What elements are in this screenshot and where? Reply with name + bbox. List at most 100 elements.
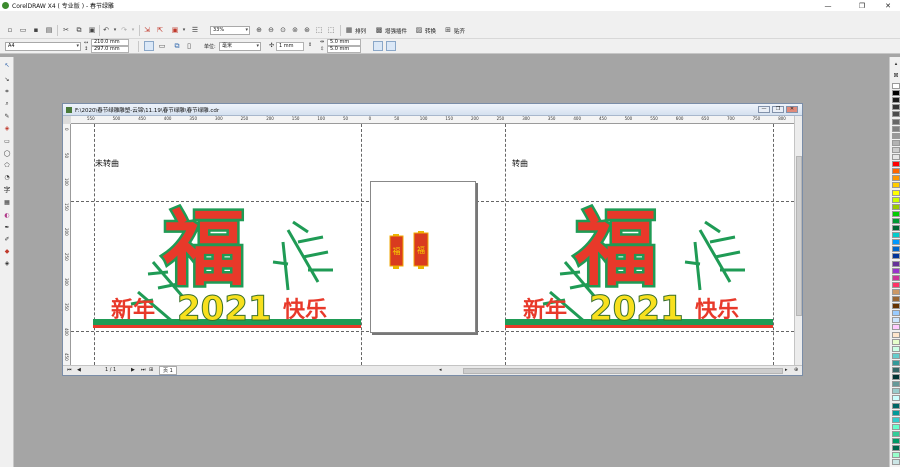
document-close-button[interactable]: ✕ (786, 106, 798, 113)
color-swatch[interactable] (892, 445, 900, 452)
color-swatch[interactable] (892, 253, 900, 260)
draw-objects-button[interactable] (386, 41, 396, 51)
save-icon[interactable]: ▪ (31, 25, 41, 35)
current-page-icon[interactable]: ▯ (184, 41, 194, 51)
paste-icon[interactable]: ▣ (87, 25, 97, 35)
zoom-selected-icon[interactable]: ⊙ (278, 25, 288, 35)
welcome-screen-icon[interactable]: ☰ (190, 25, 200, 35)
color-swatch[interactable] (892, 267, 900, 274)
plugin-label[interactable]: 增强插件 (385, 27, 407, 35)
text-tool-icon[interactable]: 字 (2, 185, 12, 194)
vertical-scrollbar[interactable] (794, 116, 802, 365)
page-height-input[interactable]: 297.0 mm (91, 46, 129, 53)
rectangle-tool-icon[interactable]: ▭ (2, 137, 12, 146)
color-swatch[interactable] (892, 331, 900, 338)
color-swatch[interactable] (892, 139, 900, 146)
crop-tool-icon[interactable]: ⌗ (2, 87, 12, 96)
interactive-fill-tool-icon[interactable]: ◈ (2, 259, 12, 268)
color-swatch[interactable] (892, 274, 900, 281)
open-folder-icon[interactable]: ▭ (18, 25, 28, 35)
color-swatch[interactable] (892, 310, 900, 317)
close-button[interactable]: ✕ (876, 0, 900, 11)
right-sculpture-graphic[interactable]: 福 新年 2021 快乐 (505, 202, 773, 334)
zoom-navigator-icon[interactable]: ⊕ (794, 367, 798, 373)
color-swatch[interactable] (892, 459, 900, 466)
shape-tool-icon[interactable]: ↘ (2, 75, 12, 84)
color-swatch[interactable] (892, 154, 900, 160)
zoom-out-icon[interactable]: ⊖ (266, 25, 276, 35)
units-combo[interactable]: 毫米 ▾ (219, 42, 261, 51)
color-swatch[interactable] (892, 146, 900, 153)
launcher-dropdown-icon[interactable]: ▾ (179, 25, 189, 35)
color-swatch[interactable] (892, 232, 900, 239)
copy-icon[interactable]: ⧉ (74, 25, 84, 35)
color-swatch[interactable] (892, 97, 900, 104)
color-swatch[interactable] (892, 260, 900, 267)
color-swatch[interactable] (892, 359, 900, 366)
spin-icon[interactable]: ⇕ (308, 42, 312, 48)
horizontal-ruler[interactable]: 550 500 450 400 350 300 250 200 150 100 50 0 50 100 15… (71, 116, 794, 124)
color-swatch[interactable] (892, 430, 900, 437)
color-swatch[interactable] (892, 423, 900, 430)
color-swatch[interactable] (892, 288, 900, 295)
horizontal-scroll-thumb[interactable] (463, 368, 783, 374)
eyedropper-tool-icon[interactable]: ✒ (2, 223, 12, 232)
document-restore-button[interactable]: ❐ (772, 106, 784, 113)
color-swatch[interactable] (892, 388, 900, 395)
page-tab[interactable]: 页 1 (159, 366, 177, 375)
last-page-icon[interactable]: ⏭ (141, 367, 146, 373)
lanterns-graphic[interactable]: 福 福 (388, 231, 436, 273)
add-page-icon[interactable]: ⊞ (149, 367, 153, 373)
color-swatch[interactable] (892, 395, 900, 402)
pick-tool-icon[interactable]: ↖ (2, 61, 12, 70)
zoom-height-icon[interactable]: ⬚ (326, 25, 336, 35)
color-swatch[interactable] (892, 125, 900, 132)
convert-label[interactable]: 转换 (425, 27, 436, 35)
import-icon[interactable]: ⇲ (142, 25, 152, 35)
color-swatch[interactable] (892, 90, 900, 97)
color-swatch[interactable] (892, 196, 900, 203)
vertical-scroll-thumb[interactable] (796, 156, 802, 316)
paper-size-combo[interactable]: A4 ▾ (5, 42, 81, 51)
previous-page-icon[interactable]: ◀ (77, 367, 81, 373)
color-swatch[interactable] (892, 303, 900, 310)
zoom-level-combo[interactable]: 33% ▾ (210, 26, 250, 35)
palette-scroll-up-icon[interactable]: ▴ (891, 59, 900, 68)
landscape-icon[interactable]: ▭ (157, 41, 167, 51)
no-fill-icon[interactable]: ⊠ (891, 71, 900, 80)
color-swatch[interactable] (892, 438, 900, 444)
interactive-blend-tool-icon[interactable]: ◐ (2, 211, 12, 220)
color-swatch[interactable] (892, 168, 900, 175)
color-swatch[interactable] (892, 281, 900, 288)
color-swatch[interactable] (892, 381, 900, 388)
color-swatch[interactable] (892, 104, 900, 111)
color-swatch[interactable] (892, 374, 900, 381)
treat-as-filled-button[interactable] (373, 41, 383, 51)
color-swatch[interactable] (892, 296, 900, 302)
color-swatch[interactable] (892, 452, 900, 459)
color-swatch[interactable] (892, 338, 900, 345)
vertical-ruler[interactable]: 0 50 100 150 200 250 300 350 400 450 (63, 124, 71, 365)
color-swatch[interactable] (892, 118, 900, 125)
color-swatch[interactable] (892, 83, 900, 89)
color-swatch[interactable] (892, 132, 900, 139)
zoom-page-icon[interactable]: ⊛ (302, 25, 312, 35)
table-tool-icon[interactable]: ▦ (2, 198, 12, 207)
color-swatch[interactable] (892, 352, 900, 359)
color-swatch[interactable] (892, 182, 900, 189)
freehand-tool-icon[interactable]: ✎ (2, 112, 12, 121)
redo-dropdown-icon[interactable]: ▾ (128, 25, 138, 35)
smart-fill-tool-icon[interactable]: ◈ (2, 124, 12, 133)
basic-shapes-tool-icon[interactable]: ◔ (2, 173, 12, 182)
color-swatch[interactable] (892, 317, 900, 324)
outline-tool-icon[interactable]: ✐ (2, 235, 12, 244)
color-swatch[interactable] (892, 217, 900, 224)
color-swatch[interactable] (892, 402, 900, 409)
color-swatch[interactable] (892, 345, 900, 352)
color-swatch[interactable] (892, 416, 900, 423)
scroll-right-icon[interactable]: ▸ (785, 367, 788, 373)
nudge-distance-input[interactable]: 1 mm (276, 42, 304, 51)
drawing-canvas[interactable]: 未转曲 转曲 福 福 福 新年 2021 快乐 福 新年 2021 快乐 (71, 124, 794, 365)
color-swatch[interactable] (892, 189, 900, 196)
next-page-icon[interactable]: ▶ (131, 367, 135, 373)
